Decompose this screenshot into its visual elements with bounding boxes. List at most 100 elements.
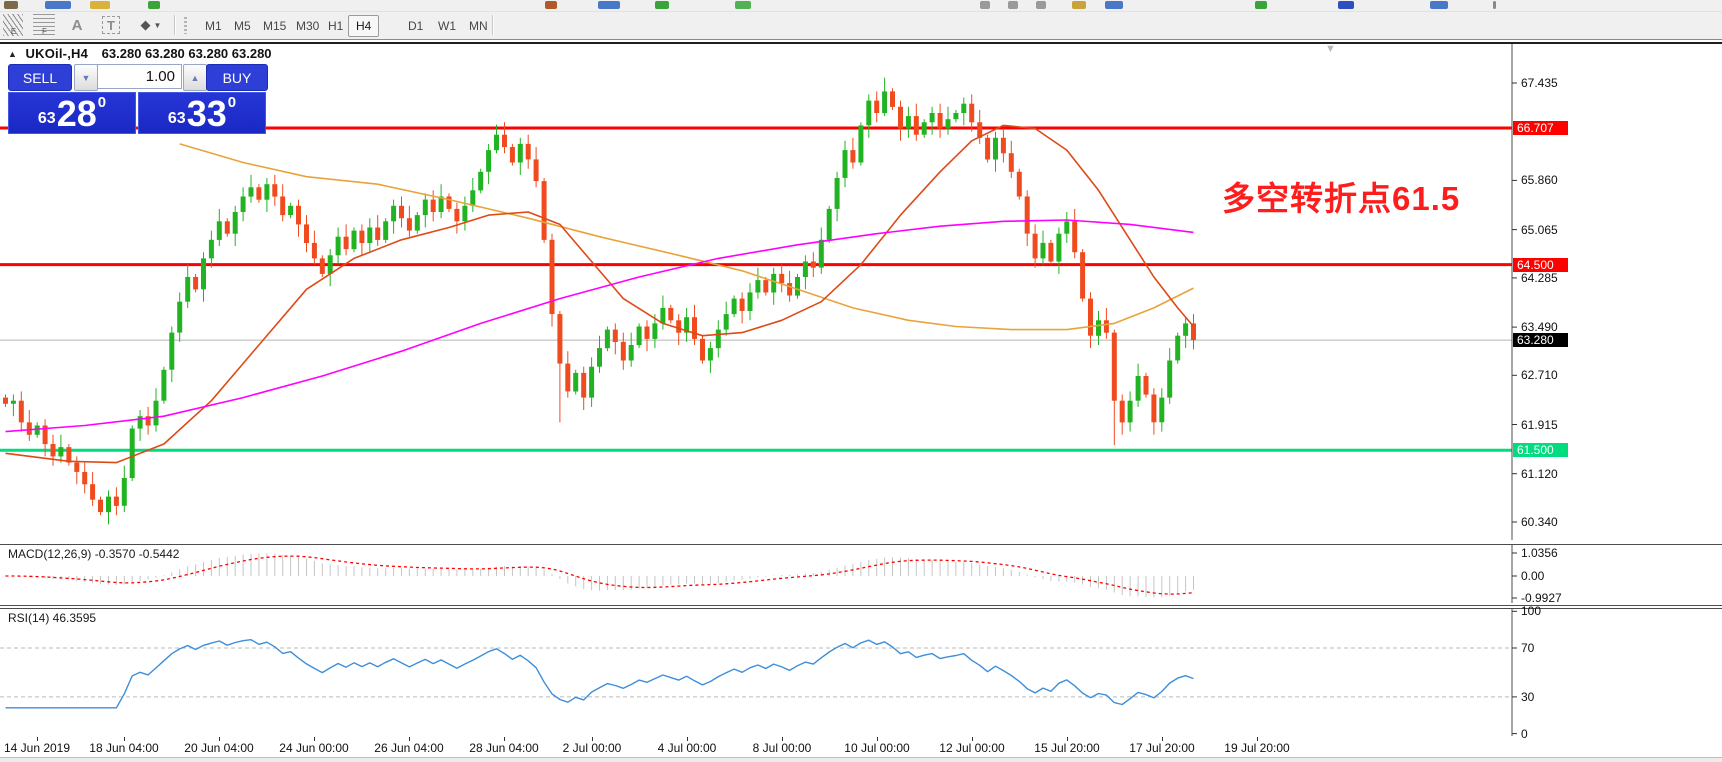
- candle: [692, 317, 697, 339]
- bottom-strip: [0, 757, 1722, 762]
- candle: [34, 425, 40, 435]
- candle: [430, 199, 436, 212]
- time-axis[interactable]: 14 Jun 2019 18 Jun 04:00 20 Jun 04:00 24 Ju…: [0, 737, 1722, 757]
- candle: [755, 280, 761, 293]
- volume-increase-button[interactable]: ▲: [183, 64, 207, 91]
- toolbar-grip[interactable]: [184, 17, 187, 34]
- rsi-chart[interactable]: [0, 609, 1722, 736]
- collapse-triangle-icon[interactable]: ▲: [8, 49, 17, 59]
- arrow-tools-icon[interactable]: ◆ ▼: [136, 14, 166, 36]
- candle: [1080, 252, 1086, 299]
- volume-input[interactable]: [97, 64, 182, 89]
- candle: [787, 283, 793, 296]
- one-click-trading-panel: SELL ▼ ▲ BUY 63 28 0 63 33 0: [8, 64, 268, 134]
- partial-toolbar-icon[interactable]: [545, 1, 557, 9]
- chart-shift-marker-icon[interactable]: ▼: [1325, 43, 1336, 55]
- buy-price-whole: 63: [167, 110, 186, 127]
- candle: [280, 196, 286, 216]
- partial-toolbar-icon[interactable]: [1430, 1, 1448, 9]
- candle: [1024, 196, 1030, 234]
- candle: [850, 150, 856, 163]
- buy-price-fraction: 0: [227, 94, 237, 111]
- candle: [90, 484, 96, 500]
- price-tick-label: 64.285: [1521, 271, 1558, 285]
- candle: [248, 187, 254, 197]
- candle: [1088, 298, 1093, 336]
- equidistant-channel-icon[interactable]: E: [3, 14, 23, 36]
- partial-toolbar-icon[interactable]: [980, 1, 990, 9]
- candle: [113, 496, 119, 506]
- candle: [700, 338, 705, 361]
- macd-axis-label: 1.0356: [1521, 546, 1558, 560]
- partial-toolbar-icon[interactable]: [735, 1, 751, 9]
- buy-price-box[interactable]: 63 33 0: [138, 92, 266, 134]
- candle: [454, 208, 460, 222]
- ohlc-readout: 63.280 63.280 63.280 63.280: [101, 46, 272, 61]
- time-label: 14 Jun 2019: [3, 741, 71, 755]
- candle: [858, 125, 864, 163]
- time-label: 10 Jul 00:00: [844, 741, 910, 755]
- partial-toolbar-icon[interactable]: [1008, 1, 1018, 9]
- timeframe-button-h4[interactable]: H4: [348, 15, 380, 37]
- candle: [185, 277, 191, 302]
- rsi-label: RSI(14) 46.3595: [8, 611, 97, 625]
- sell-button[interactable]: SELL: [8, 64, 72, 91]
- candle: [1143, 376, 1149, 395]
- chart-title-bar: ▲ UKOil-,H4 63.280 63.280 63.280 63.280: [8, 46, 272, 61]
- partial-toolbar-icon[interactable]: [1036, 1, 1046, 9]
- rsi-axis-label: 30: [1521, 690, 1535, 704]
- time-label: 19 Jul 20:00: [1224, 741, 1290, 755]
- candle: [802, 261, 808, 277]
- volume-decrease-button[interactable]: ▼: [74, 64, 98, 91]
- partial-toolbar-icon[interactable]: [598, 1, 620, 9]
- macd-label: MACD(12,26,9) -0.3570 -0.5442: [8, 547, 180, 561]
- candle: [1167, 360, 1173, 398]
- time-label: 17 Jul 20:00: [1129, 741, 1195, 755]
- partial-toolbar-icon[interactable]: [1255, 1, 1267, 9]
- partial-toolbar-icon[interactable]: [655, 1, 669, 9]
- partial-toolbar-icon[interactable]: [45, 1, 71, 9]
- buy-button[interactable]: BUY: [206, 64, 268, 91]
- timeframe-button-h1[interactable]: H1: [320, 15, 351, 37]
- candle: [779, 273, 785, 284]
- candle: [525, 143, 531, 160]
- partial-toolbar-icon[interactable]: [1338, 1, 1354, 9]
- toolbar-divider: [0, 39, 1722, 40]
- sell-price-box[interactable]: 63 28 0: [8, 92, 136, 134]
- partial-toolbar-icon[interactable]: [148, 1, 160, 9]
- timeframe-button-mn[interactable]: MN: [461, 15, 496, 37]
- text-label-icon[interactable]: T: [102, 14, 120, 36]
- candle: [945, 119, 951, 129]
- candle: [1119, 400, 1125, 423]
- partial-toolbar-icon[interactable]: [4, 1, 18, 9]
- fibonacci-icon[interactable]: F: [33, 14, 55, 36]
- price-tick-label: 60.340: [1521, 515, 1558, 529]
- candle: [628, 345, 634, 361]
- candle: [311, 242, 317, 259]
- candle: [1048, 242, 1054, 262]
- candle: [676, 320, 682, 333]
- timeframe-button-w1[interactable]: W1: [430, 15, 464, 37]
- rsi-axis-label: 100: [1521, 604, 1542, 618]
- timeframe-button-m5[interactable]: M5: [226, 15, 259, 37]
- timeframe-button-m1[interactable]: M1: [197, 15, 230, 37]
- text-icon[interactable]: A: [68, 14, 86, 36]
- drawing-toolbar: E F A T ◆ ▼ M1 M5 M15 M30 H1 H4 D1 W1 MN: [0, 12, 1722, 39]
- candle: [517, 143, 523, 163]
- partial-toolbar-icon[interactable]: [1493, 1, 1496, 9]
- candle: [1127, 400, 1133, 423]
- candle: [264, 184, 270, 200]
- macd-chart[interactable]: [0, 545, 1722, 603]
- candle: [327, 255, 333, 274]
- candle: [541, 181, 547, 240]
- partial-toolbar-icon[interactable]: [90, 1, 110, 9]
- candle: [620, 341, 626, 361]
- timeframe-button-d1[interactable]: D1: [400, 15, 431, 37]
- candle: [256, 187, 262, 200]
- price-level-badge: 61.500: [1513, 443, 1568, 457]
- partial-toolbar-icon[interactable]: [1072, 1, 1086, 9]
- partial-toolbar-icon[interactable]: [1105, 1, 1123, 9]
- candle: [921, 122, 927, 135]
- time-label: 28 Jun 04:00: [469, 741, 539, 755]
- candle: [969, 103, 975, 123]
